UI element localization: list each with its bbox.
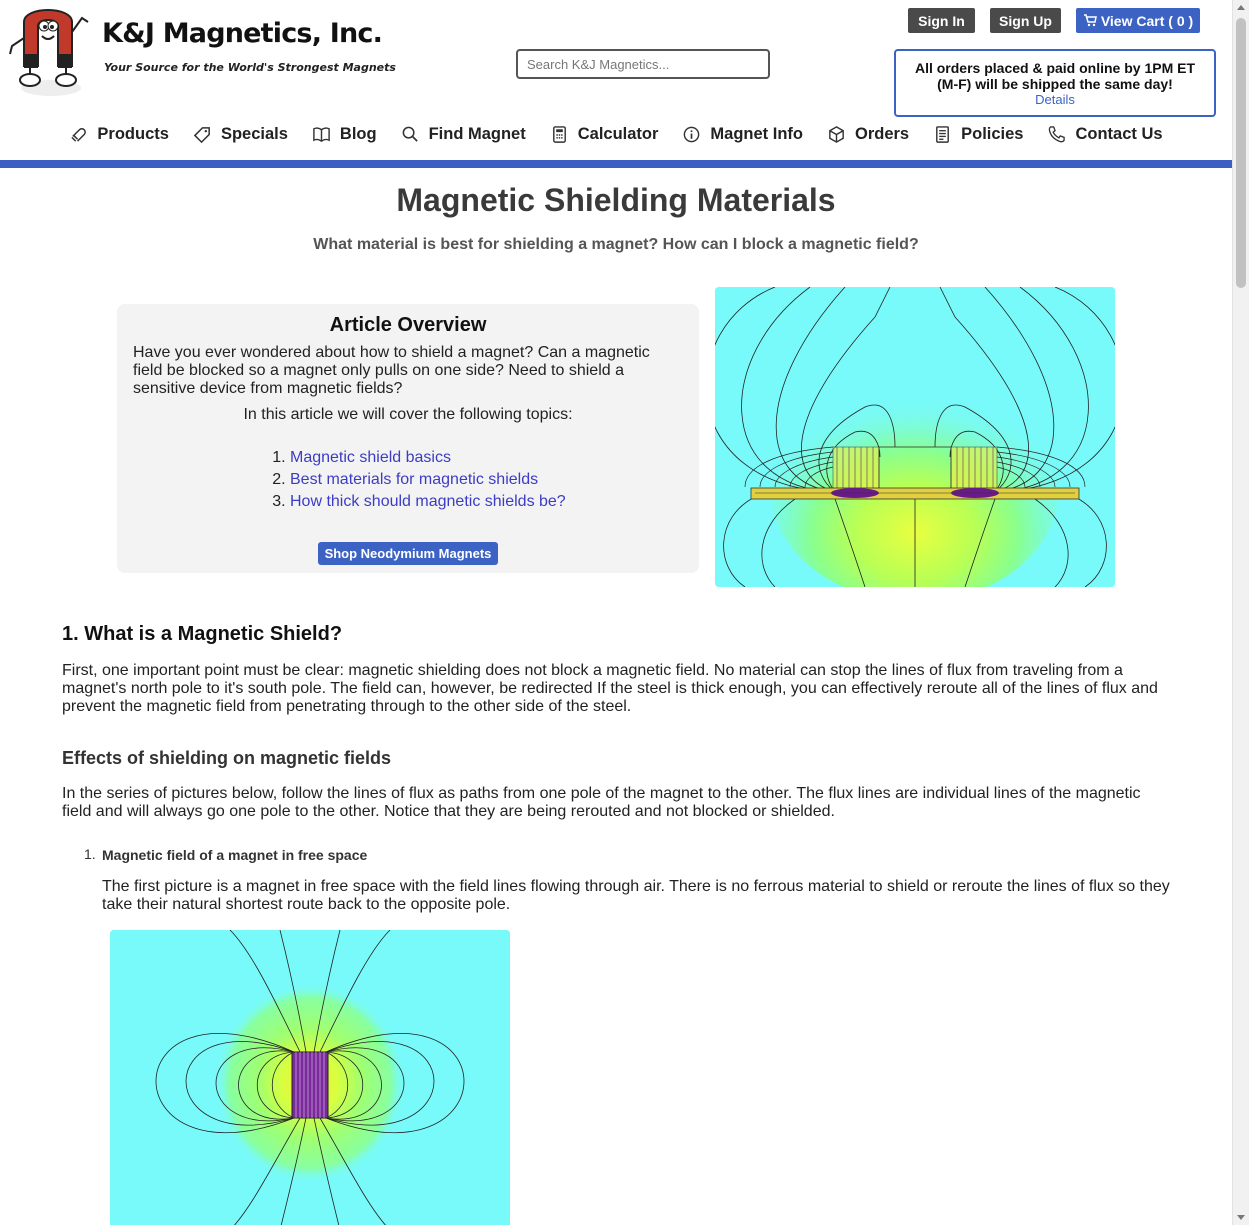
site-logo[interactable]: K&J Magnetics, Inc. Your Source for the …: [6, 8, 396, 100]
section-paragraph: First, one important point must be clear…: [62, 662, 1158, 715]
scrollbar-thumb[interactable]: [1236, 18, 1246, 288]
book-icon: [313, 126, 330, 142]
nav-label: Contact Us: [1075, 124, 1163, 143]
shipping-details-link[interactable]: Details: [896, 92, 1214, 108]
list-item-paragraph: The first picture is a magnet in free sp…: [102, 878, 1170, 913]
section-heading-magnetic-shield: 1. What is a Magnetic Shield?: [62, 623, 343, 645]
nav-products[interactable]: Products: [57, 118, 181, 150]
nav-label: Find Magnet: [428, 124, 526, 143]
nav-magnet-info[interactable]: Magnet Info: [670, 118, 815, 150]
nav-label: Policies: [961, 124, 1024, 143]
nav-policies[interactable]: Policies: [921, 118, 1035, 150]
magnet-mascot-icon: [9, 9, 89, 96]
section-heading-effects: Effects of shielding on magnetic fields: [62, 748, 392, 768]
nav-label: Orders: [855, 124, 910, 143]
topic-list: Magnetic shield basics Best materials fo…: [271, 447, 566, 513]
nav-specials[interactable]: Specials: [181, 118, 300, 150]
nav-label: Calculator: [577, 124, 659, 143]
nav-label: Specials: [220, 124, 288, 143]
cart-icon: [1083, 14, 1097, 27]
topic-item: Magnetic shield basics: [290, 447, 566, 469]
list-item-heading: Magnetic field of a magnet in free space: [102, 847, 368, 863]
overview-heading: Article Overview: [329, 314, 487, 336]
topic-link-best-materials[interactable]: Best materials for magnetic shields: [290, 471, 538, 488]
shipping-line-2: (M-F) will be shipped the same day!: [937, 76, 1173, 92]
search-icon: [402, 126, 418, 142]
document-icon: [936, 125, 950, 143]
tag-icon: [193, 126, 210, 143]
shipping-line-1: All orders placed & paid online by 1PM E…: [914, 60, 1196, 76]
nav-orders[interactable]: Orders: [815, 118, 921, 150]
topic-item: Best materials for magnetic shields: [290, 469, 566, 491]
main-nav: Products Specials Blog Find Magnet Calcu…: [0, 118, 1232, 150]
magnet-icon: [71, 127, 87, 142]
nav-contact-us[interactable]: Contact Us: [1035, 118, 1174, 150]
list-number: 1.: [84, 846, 96, 862]
topic-link-shield-basics[interactable]: Magnetic shield basics: [290, 449, 451, 466]
shipping-notice: All orders placed & paid online by 1PM E…: [894, 49, 1216, 117]
page-title: Magnetic Shielding Materials: [396, 182, 836, 218]
overview-intro: Have you ever wondered about how to shie…: [133, 344, 650, 397]
search-input[interactable]: [516, 49, 770, 79]
free-space-field-plot-image: [110, 930, 510, 1225]
phone-icon: [1049, 125, 1066, 142]
cart-label: View Cart ( 0 ): [1100, 12, 1194, 29]
nav-label: Blog: [339, 124, 377, 143]
section-paragraph: In the series of pictures below, follow …: [62, 785, 1141, 820]
brand-tagline: Your Source for the World's Strongest Ma…: [104, 61, 396, 74]
sign-in-button[interactable]: Sign In: [908, 8, 975, 33]
nav-blog[interactable]: Blog: [300, 118, 389, 150]
page: K&J Magnetics, Inc. Your Source for the …: [0, 0, 1232, 1225]
shielded-field-plot-image: [715, 287, 1115, 587]
sign-up-button[interactable]: Sign Up: [990, 8, 1061, 33]
nav-find-magnet[interactable]: Find Magnet: [389, 118, 538, 150]
calculator-icon: [552, 125, 566, 143]
scroll-down-arrow-icon[interactable]: [1237, 1215, 1245, 1220]
nav-label: Magnet Info: [710, 124, 803, 143]
scroll-up-arrow-icon[interactable]: [1237, 5, 1245, 10]
overview-cover-text: In this article we will cover the follow…: [243, 406, 573, 423]
nav-calculator[interactable]: Calculator: [538, 118, 671, 150]
page-subtitle: What material is best for shielding a ma…: [313, 236, 919, 253]
page-scrollbar[interactable]: [1232, 0, 1249, 1225]
shop-neodymium-button[interactable]: Shop Neodymium Magnets: [318, 542, 498, 565]
view-cart-button[interactable]: View Cart ( 0 ): [1076, 8, 1200, 33]
info-icon: [684, 126, 700, 142]
box-icon: [829, 125, 844, 143]
brand-name: K&J Magnetics, Inc.: [102, 18, 383, 49]
topic-item: How thick should magnetic shields be?: [290, 491, 566, 513]
nav-label: Products: [97, 124, 169, 143]
nav-divider-bar: [0, 160, 1232, 168]
topic-link-thickness[interactable]: How thick should magnetic shields be?: [290, 493, 566, 510]
article-overview-card: Article Overview Have you ever wondered …: [117, 304, 699, 573]
